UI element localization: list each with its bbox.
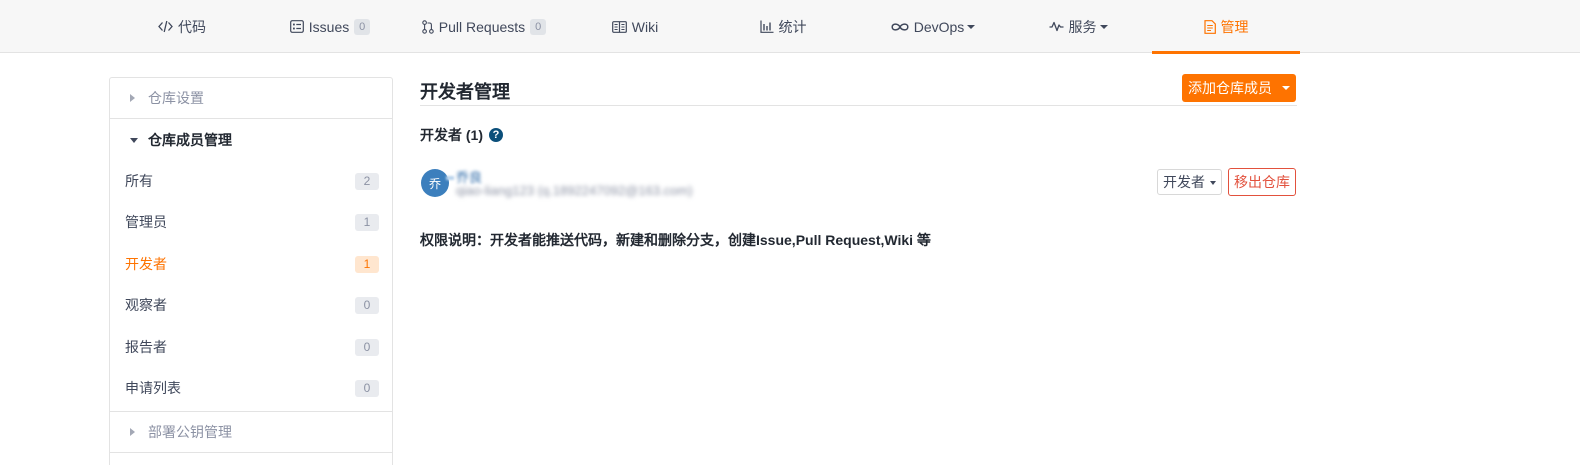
sidebar-item-all[interactable]: 所有 2 bbox=[110, 160, 392, 202]
member-account: qiao-liang123 (q.1892247092@163.com) bbox=[456, 183, 693, 198]
sidebar-item-applications[interactable]: 申请列表 0 bbox=[110, 368, 392, 410]
sidebar-item-label: 申请列表 bbox=[125, 380, 181, 397]
tab-manage[interactable]: 管理 bbox=[1152, 0, 1300, 54]
member-row: 乔 乔良 qiao-liang123 (q.1892247092@163.com… bbox=[420, 168, 1297, 202]
tab-statistics-label: 统计 bbox=[778, 18, 807, 35]
count-badge: 1 bbox=[355, 255, 379, 273]
pull-requests-count-badge: 0 bbox=[530, 18, 547, 35]
count-badge: 2 bbox=[355, 172, 379, 190]
section-label: 仓库设置 bbox=[148, 90, 204, 106]
document-icon bbox=[1203, 19, 1216, 34]
sidebar-item-label: 报告者 bbox=[125, 338, 167, 355]
sidebar-item-developers[interactable]: 开发者 1 bbox=[110, 243, 392, 285]
tab-wiki-label: Wiki bbox=[631, 18, 659, 35]
settings-sidebar: 仓库设置 仓库成员管理 所有 2 管理员 1 开发者 1 观察者 0 报告者 0… bbox=[109, 77, 393, 465]
tab-services-label: 服务 bbox=[1068, 18, 1097, 35]
tab-pull-requests[interactable]: Pull Requests 0 bbox=[410, 0, 558, 53]
section-repo-settings[interactable]: 仓库设置 bbox=[110, 78, 392, 119]
count-badge: 0 bbox=[355, 380, 379, 398]
caret-down-icon bbox=[130, 137, 138, 143]
developer-count-heading: 开发者 (1) ? bbox=[420, 125, 503, 145]
chart-icon bbox=[759, 20, 774, 33]
chevron-down-icon bbox=[1210, 181, 1216, 185]
sidebar-item-label: 开发者 bbox=[125, 255, 167, 272]
add-member-button-label: 添加仓库成员 bbox=[1188, 80, 1272, 96]
sidebar-item-admins[interactable]: 管理员 1 bbox=[110, 202, 392, 244]
member-username: qiao-liang123 bbox=[456, 183, 535, 198]
tab-issues-label: Issues bbox=[308, 18, 350, 35]
subtitle-label: 开发者 (1) bbox=[420, 127, 483, 143]
tab-devops-label: DevOps bbox=[913, 18, 965, 35]
tab-issues[interactable]: Issues 0 bbox=[278, 0, 382, 53]
role-select-value: 开发者 bbox=[1163, 174, 1205, 190]
tab-wiki[interactable]: Wiki bbox=[600, 0, 670, 53]
section-label: 部署公钥管理 bbox=[148, 424, 232, 440]
help-icon[interactable]: ? bbox=[489, 128, 503, 142]
avatar-overlay bbox=[446, 176, 454, 180]
avatar[interactable]: 乔 bbox=[421, 169, 449, 197]
issues-count-badge: 0 bbox=[354, 18, 371, 35]
tab-statistics[interactable]: 统计 bbox=[748, 0, 818, 53]
chevron-down-icon bbox=[1282, 86, 1290, 90]
tab-services[interactable]: 服务 bbox=[1038, 0, 1118, 53]
pulse-icon bbox=[1049, 21, 1064, 32]
remove-member-button[interactable]: 移出仓库 bbox=[1228, 168, 1296, 196]
count-badge: 1 bbox=[355, 214, 379, 232]
caret-right-icon bbox=[130, 428, 135, 436]
sidebar-item-label: 所有 bbox=[125, 172, 153, 189]
tab-code-label: 代码 bbox=[178, 18, 206, 35]
sidebar-item-label: 管理员 bbox=[125, 214, 167, 231]
permission-description: 权限说明：开发者能推送代码，新建和删除分支，创建Issue,Pull Reque… bbox=[420, 232, 931, 248]
repo-nav-bar: 代码 Issues 0 Pull Requests 0 Wiki 统计 DevO… bbox=[0, 0, 1580, 54]
count-badge: 0 bbox=[355, 297, 379, 315]
tab-pull-requests-label: Pull Requests bbox=[438, 18, 526, 35]
tab-code[interactable]: 代码 bbox=[132, 0, 232, 53]
wiki-icon bbox=[611, 20, 627, 33]
tab-manage-label: 管理 bbox=[1220, 18, 1249, 35]
tab-devops[interactable]: DevOps bbox=[880, 0, 986, 53]
page-title: 开发者管理 bbox=[420, 82, 510, 102]
pull-request-icon bbox=[422, 19, 434, 34]
add-member-button[interactable]: 添加仓库成员 bbox=[1182, 74, 1296, 102]
code-icon bbox=[158, 20, 173, 33]
section-label: 仓库成员管理 bbox=[148, 131, 232, 148]
sidebar-item-reporters[interactable]: 报告者 0 bbox=[110, 326, 392, 368]
caret-right-icon bbox=[130, 94, 135, 102]
infinity-icon bbox=[891, 22, 909, 32]
role-select[interactable]: 开发者 bbox=[1157, 169, 1222, 195]
member-email: (q.1892247092@163.com) bbox=[537, 183, 693, 198]
sidebar-item-observers[interactable]: 观察者 0 bbox=[110, 285, 392, 327]
sidebar-item-label: 观察者 bbox=[125, 297, 167, 314]
issues-icon bbox=[289, 20, 304, 33]
title-divider bbox=[420, 105, 1297, 106]
section-member-management[interactable]: 仓库成员管理 bbox=[110, 119, 392, 160]
chevron-down-icon bbox=[967, 24, 976, 29]
count-badge: 0 bbox=[355, 338, 379, 356]
section-deploy-keys[interactable]: 部署公钥管理 bbox=[110, 412, 392, 453]
chevron-down-icon bbox=[1099, 24, 1108, 29]
